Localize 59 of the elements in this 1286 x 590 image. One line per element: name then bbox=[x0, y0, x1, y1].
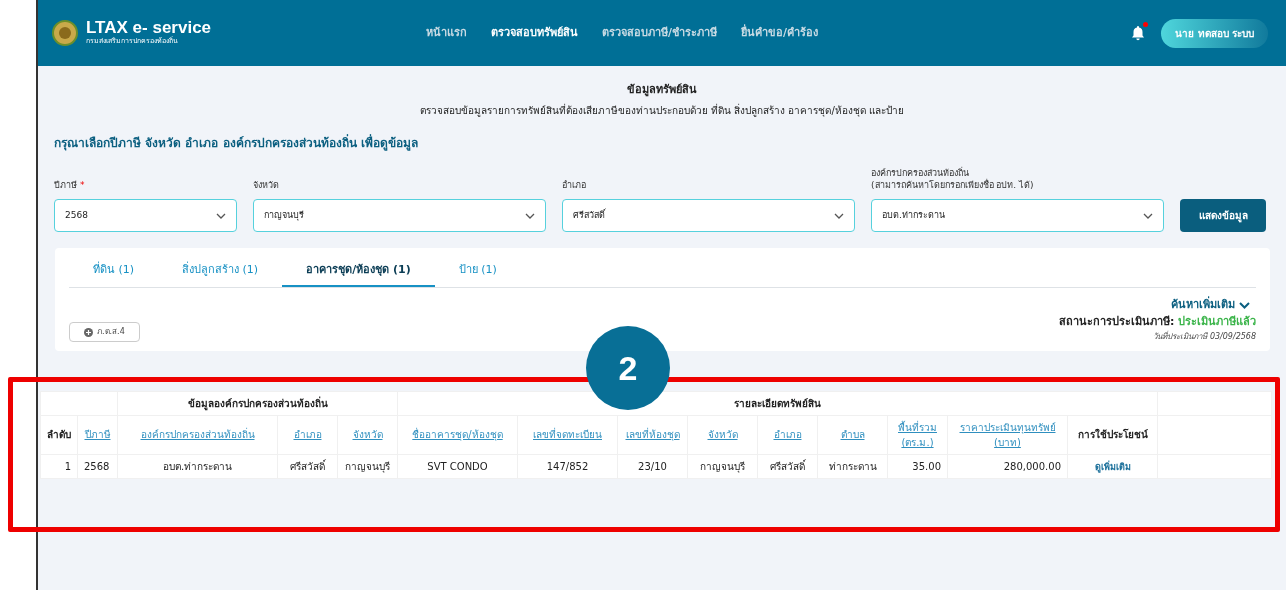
chevron-down-icon bbox=[834, 212, 844, 219]
select-field[interactable]: อบต.ท่ากระดาน bbox=[871, 199, 1164, 233]
group-header: ข้อมูลองค์กรปกครองส่วนท้องถิ่น bbox=[117, 391, 398, 416]
tab[interactable]: ป้าย (1) bbox=[434, 256, 521, 287]
table-cell: 1 bbox=[40, 454, 78, 479]
nav-link[interactable]: ยื่นคำขอ/คำร้อง bbox=[741, 24, 819, 42]
bell-icon[interactable] bbox=[1131, 25, 1146, 41]
tab[interactable]: ที่ดิน (1) bbox=[69, 256, 159, 287]
table-cell: 2568 bbox=[77, 454, 118, 479]
show-data-button[interactable]: แสดงข้อมูล bbox=[1180, 199, 1266, 233]
required-mark: * bbox=[79, 179, 85, 190]
status-label: สถานะการประเมินภาษี: bbox=[1059, 315, 1175, 329]
user-button[interactable]: นาย ทดสอบ ระบบ bbox=[1161, 18, 1268, 48]
column-header[interactable]: จังหวัด bbox=[707, 427, 738, 443]
column-header: การใช้ประโยชน์ bbox=[1067, 415, 1158, 455]
field-label: จังหวัด bbox=[253, 179, 280, 192]
field-label: องค์กรปกครองส่วนท้องถิ่น bbox=[871, 168, 970, 179]
group-header: รายละเอียดทรัพย์สิน bbox=[397, 391, 1158, 416]
view-more-link[interactable]: ดูเพิ่มเติม bbox=[1094, 461, 1131, 472]
nav-link[interactable]: หน้าแรก bbox=[426, 24, 468, 42]
field-label: อำเภอ bbox=[562, 179, 587, 192]
column-header: ลำดับ bbox=[40, 415, 78, 455]
instruction-text: กรุณาเลือกปีภาษี จังหวัด อำเภอ องค์กรปกครองส่วนท้องถิ่น เพื่อดูข้อมูล bbox=[54, 135, 418, 150]
status-value: ประเมินภาษีแล้ว bbox=[1178, 315, 1256, 329]
nav-link[interactable]: ตรวจสอบภาษี/ชำระภาษี bbox=[602, 24, 718, 42]
assessment-date: วันที่ประเมินภาษี 03/09/2568 bbox=[1152, 330, 1256, 343]
table-cell: 23/10 bbox=[617, 454, 688, 479]
select-field[interactable]: 2568 bbox=[54, 199, 237, 233]
table-cell: อบต.ท่ากระดาน bbox=[117, 454, 278, 479]
table-cell: กาญจนบุรี bbox=[687, 454, 758, 479]
page-subtitle: ตรวจสอบข้อมูลรายการทรัพย์สินที่ต้องเสียภาษีของท่านประกอบด้วย ที่ดิน สิ่งปลูกสร้าง อาคารชุด/ห้องชุด และป้าย bbox=[418, 102, 906, 118]
chevron-down-icon bbox=[525, 212, 535, 219]
tab[interactable]: สิ่งปลูกสร้าง (1) bbox=[158, 256, 283, 287]
logo-title: LTAX e- service bbox=[86, 19, 212, 37]
table-cell: กาญจนบุรี bbox=[337, 454, 398, 479]
tab[interactable]: อาคารชุด/ห้องชุด (1) bbox=[282, 256, 435, 287]
select-field[interactable]: กาญจนบุรี bbox=[253, 199, 546, 233]
form-button[interactable]: ภ.ด.ส.4 bbox=[69, 322, 140, 343]
field-label: ปีภาษี * bbox=[54, 179, 86, 192]
nav-link[interactable]: ตรวจสอบทรัพย์สิน bbox=[491, 24, 579, 42]
table-cell: 280,000.00 bbox=[947, 454, 1068, 479]
table-cell: ศรีสวัสดิ์ bbox=[277, 454, 338, 479]
plus-circle-icon bbox=[84, 327, 93, 337]
table-cell: 35.00 bbox=[887, 454, 948, 479]
table-cell: ศรีสวัสดิ์ bbox=[757, 454, 818, 479]
chevron-down-icon bbox=[216, 212, 226, 219]
select-field[interactable]: ศรีสวัสดิ์ bbox=[562, 199, 855, 233]
emblem-icon bbox=[52, 20, 78, 46]
table-cell: SVT CONDO bbox=[397, 454, 518, 479]
table-cell: ท่ากระดาน bbox=[817, 454, 888, 479]
table-cell: 147/852 bbox=[517, 454, 618, 479]
column-header[interactable]: ตำบล bbox=[840, 427, 865, 443]
more-search-button[interactable]: ค้นหาเพิ่มเติม bbox=[1165, 295, 1256, 315]
chevron-down-icon bbox=[1143, 212, 1153, 219]
chevron-down-icon bbox=[1239, 301, 1250, 309]
column-header[interactable]: อำเภอ bbox=[773, 427, 802, 443]
column-header[interactable]: อำเภอ bbox=[293, 427, 322, 443]
page-title: ข้อมูลทรัพย์สิน bbox=[626, 82, 698, 99]
field-hint: (สามารถค้นหาโดยกรอกเพียงชื่อ อปท. ได้) bbox=[871, 179, 1035, 192]
